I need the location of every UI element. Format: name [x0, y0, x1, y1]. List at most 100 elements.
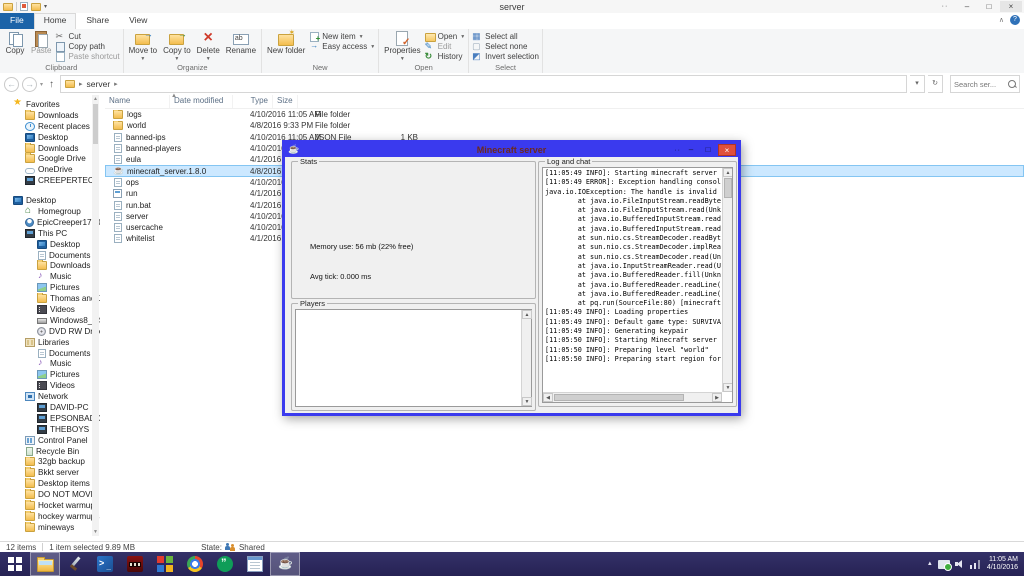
tray-clock[interactable]: 11:05 AM 4/10/2016: [987, 556, 1018, 572]
cut-button[interactable]: Cut: [55, 31, 119, 42]
ribbon-tab[interactable]: File: [0, 13, 34, 29]
breadcrumb-arrow-icon[interactable]: ▸: [79, 80, 83, 88]
sidebar-item[interactable]: Hocket warmups 2: [0, 500, 100, 511]
log-horizontal-scrollbar[interactable]: ◀ ▶: [543, 392, 722, 402]
sidebar-item[interactable]: Desktop items: [0, 478, 100, 489]
delete-button[interactable]: Delete▼: [195, 30, 222, 63]
sidebar-scrollbar[interactable]: ▲ ▼: [92, 95, 99, 536]
sidebar-item[interactable]: OneDrive: [0, 164, 100, 175]
sidebar-item[interactable]: Homegroup: [0, 206, 100, 217]
refresh-icon[interactable]: ↻: [928, 75, 943, 93]
forward-button[interactable]: →: [22, 76, 37, 92]
scroll-down-icon[interactable]: ▼: [92, 528, 99, 536]
easy-access-button[interactable]: Easy access▼: [309, 41, 375, 51]
sidebar-item[interactable]: Documents: [0, 250, 100, 261]
copy-to-button[interactable]: Copy to▼: [161, 30, 193, 63]
scroll-down-icon[interactable]: ▼: [723, 383, 732, 392]
logs[interactable]: logs 4/10/2016 11:05 AM File folder: [105, 109, 1024, 120]
column-header[interactable]: Size: [273, 95, 298, 108]
ribbon-tab[interactable]: View: [119, 13, 157, 29]
sidebar-item[interactable]: EpicCreeper1780: [0, 217, 100, 228]
paste-shortcut-button[interactable]: Paste shortcut: [55, 52, 120, 62]
sidebar-item[interactable]: Network: [0, 391, 100, 402]
sidebar-item[interactable]: Control Panel: [0, 435, 100, 446]
hangouts-app[interactable]: [210, 552, 240, 576]
mc-close-button[interactable]: ×: [718, 144, 736, 156]
scroll-down-icon[interactable]: ▼: [522, 397, 532, 406]
sidebar-item[interactable]: Videos: [0, 304, 100, 315]
minecraft-sword-app[interactable]: [60, 552, 90, 576]
sidebar-item[interactable]: DO NOT MOVE: [0, 489, 100, 500]
minecraft-server-window[interactable]: Minecraft server ·· – □ × Stats Memory u…: [282, 140, 741, 416]
powershell-app[interactable]: [90, 552, 120, 576]
file-explorer[interactable]: [30, 552, 60, 576]
scrollbar-thumb[interactable]: [724, 178, 732, 198]
volume-icon[interactable]: [954, 559, 965, 569]
sidebar-item[interactable]: Music: [0, 358, 100, 369]
close-button[interactable]: ×: [1000, 1, 1022, 12]
copy-button[interactable]: Copy: [3, 30, 27, 55]
search-input[interactable]: Search ser...: [950, 75, 1020, 93]
paste-button[interactable]: Paste: [29, 30, 53, 55]
sidebar-item[interactable]: EPSONBADDFE: [0, 413, 100, 424]
properties-button[interactable]: Properties▼: [382, 30, 422, 63]
sidebar-item[interactable]: Google Drive: [0, 153, 100, 164]
sidebar-item[interactable]: Recent places: [0, 121, 100, 132]
address-dropdown-icon[interactable]: ▾: [910, 75, 925, 93]
colors-app[interactable]: [150, 552, 180, 576]
search-icon[interactable]: [1008, 80, 1016, 88]
sidebar-item[interactable]: Pictures: [0, 369, 100, 380]
mc-maximize-button[interactable]: □: [701, 144, 715, 156]
new-item-button[interactable]: New item▼: [309, 32, 375, 43]
red-app[interactable]: [120, 552, 150, 576]
sidebar-item[interactable]: Thomas and Jack (th: [0, 293, 100, 304]
sidebar-item[interactable]: mineways: [0, 521, 100, 533]
sidebar-item[interactable]: [0, 186, 100, 195]
sidebar-item[interactable]: Recycle Bin: [0, 446, 100, 457]
rename-button[interactable]: Rename: [224, 30, 258, 55]
mc-title-bar[interactable]: Minecraft server ·· – □ ×: [285, 143, 738, 157]
sidebar-item[interactable]: Windows8_OS (C:): [0, 315, 100, 326]
players-scrollbar[interactable]: ▲ ▼: [521, 310, 532, 406]
scroll-up-icon[interactable]: ▲: [723, 168, 732, 177]
mc-minimize-button[interactable]: –: [684, 144, 698, 156]
breadcrumb[interactable]: ▸ server ▸: [60, 75, 907, 93]
sidebar-item[interactable]: Favorites: [0, 99, 100, 110]
log-text[interactable]: [11:05:49 INFO]: Starting minecraft serv…: [545, 169, 721, 391]
select-none-button[interactable]: Select none: [472, 41, 539, 52]
scroll-up-icon[interactable]: ▲: [522, 310, 532, 319]
sidebar-item[interactable]: Desktop: [0, 132, 100, 143]
java-server-app[interactable]: [270, 552, 300, 576]
select-all-button[interactable]: Select all: [472, 31, 539, 42]
up-button[interactable]: ↑: [49, 79, 54, 90]
scrollbar-thumb[interactable]: [554, 394, 684, 401]
sidebar-item[interactable]: THEBOYS: [0, 424, 100, 435]
breadcrumb-segment[interactable]: server: [87, 79, 111, 89]
open-button[interactable]: Open ▼: [424, 32, 465, 42]
log-vertical-scrollbar[interactable]: ▲ ▼: [722, 168, 732, 392]
sidebar-item[interactable]: Bkkt server: [0, 467, 100, 478]
signal-icon[interactable]: [969, 559, 982, 569]
column-header[interactable]: Type: [233, 95, 273, 108]
edit-button[interactable]: Edit: [425, 41, 466, 52]
sidebar-item[interactable]: Downloads: [0, 142, 100, 154]
column-header[interactable]: Name: [105, 95, 170, 108]
sidebar-item[interactable]: Desktop: [0, 195, 100, 206]
start-button[interactable]: [0, 552, 30, 576]
ribbon-tab[interactable]: Share: [76, 13, 119, 29]
scrollbar-thumb[interactable]: [93, 104, 98, 144]
recent-locations-icon[interactable]: ▾: [40, 81, 43, 88]
sidebar-item[interactable]: Libraries: [0, 337, 100, 348]
breadcrumb-arrow-icon[interactable]: ▸: [114, 80, 118, 88]
maximize-button[interactable]: □: [978, 1, 1000, 12]
copy-path-button[interactable]: Copy path: [55, 42, 119, 52]
sidebar-item[interactable]: CREEPERTECH: [0, 175, 100, 186]
sidebar-item[interactable]: Music: [0, 271, 100, 282]
column-header[interactable]: Date modified: [170, 95, 233, 108]
sidebar-item[interactable]: Downloads: [0, 109, 100, 121]
sidebar-item[interactable]: DAVID-PC: [0, 402, 100, 413]
sidebar-item[interactable]: hockey warmups 3: [0, 510, 100, 522]
scroll-left-icon[interactable]: ◀: [543, 393, 553, 402]
scroll-up-icon[interactable]: ▲: [92, 95, 99, 103]
log-scroll-area[interactable]: [11:05:49 INFO]: Starting minecraft serv…: [542, 167, 733, 403]
